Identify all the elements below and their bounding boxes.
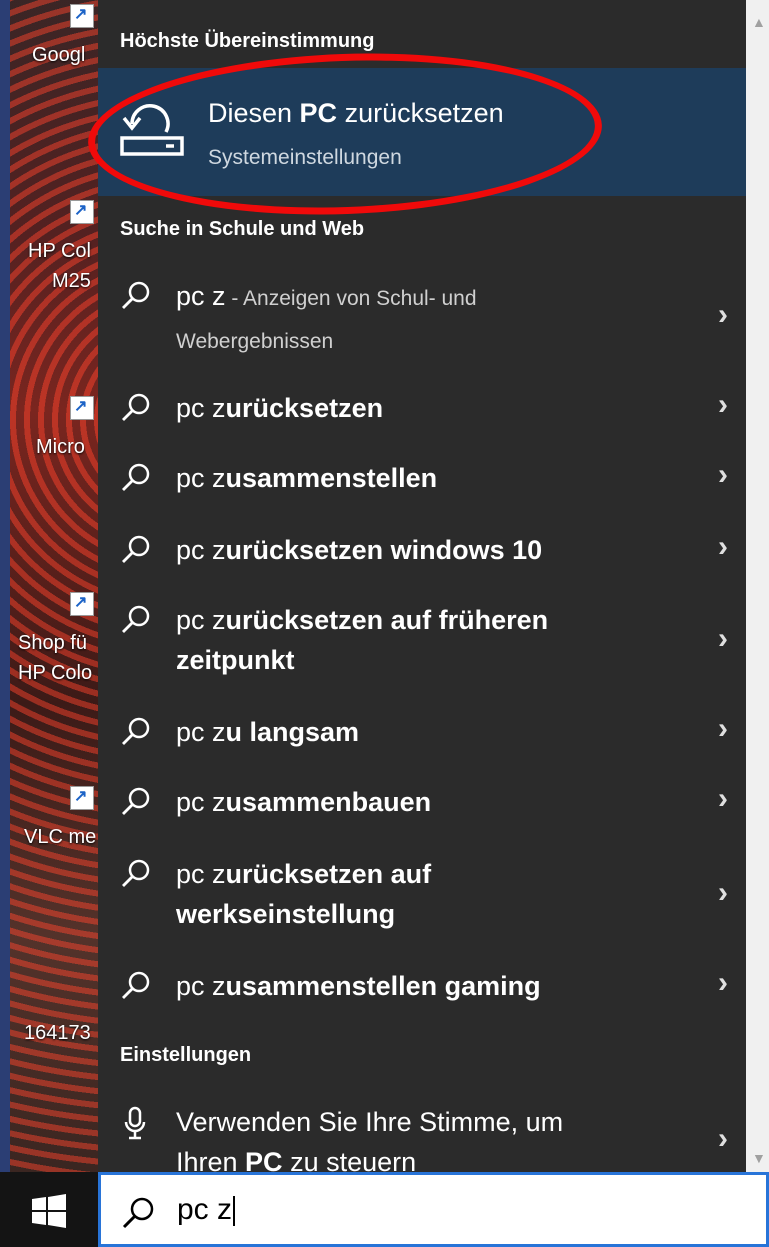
search-icon xyxy=(120,462,152,494)
desktop-background: Googl HP Col M25 Micro Shop fü HP Colo V… xyxy=(0,0,98,1172)
chevron-right-icon: › xyxy=(718,458,728,491)
best-match-subtitle: Systemeinstellungen xyxy=(208,146,402,169)
settings-heading: Einstellungen xyxy=(120,1044,252,1066)
chevron-right-icon: › xyxy=(718,876,728,909)
web-suggestion-row[interactable]: pc zusammenstellen gaming › xyxy=(98,966,746,1006)
shortcut-arrow-icon xyxy=(70,4,94,28)
shortcut-arrow-icon xyxy=(70,200,94,224)
chevron-right-icon: › xyxy=(718,298,728,331)
web-suggestion-row[interactable]: pc zurücksetzen › xyxy=(98,388,746,428)
web-suggestion-row[interactable]: pc zurücksetzen windows 10 › xyxy=(98,530,746,570)
web-suggestion-row[interactable]: pc zusammenstellen › xyxy=(98,458,746,498)
desktop-icon-label: HP Col xyxy=(28,240,91,262)
chevron-right-icon: › xyxy=(718,782,728,815)
search-icon xyxy=(120,858,152,890)
best-match-result[interactable]: Diesen PC zurücksetzen Systemeinstellung… xyxy=(98,68,746,196)
shortcut-arrow-icon xyxy=(70,786,94,810)
search-icon xyxy=(120,392,152,424)
settings-result-voice[interactable]: Verwenden Sie Ihre Stimme, um Ihren PC z… xyxy=(98,1092,746,1177)
search-icon xyxy=(120,534,152,566)
web-suggestion-row[interactable]: pc z - Anzeigen von Schul- und Webergebni… xyxy=(98,276,746,366)
search-icon xyxy=(120,970,152,1002)
web-suggestion-text: pc zusammenstellen xyxy=(176,463,438,493)
desktop-icon-label: Shop fü xyxy=(18,632,87,654)
web-search-heading: Suche in Schule und Web xyxy=(120,218,365,240)
desktop-icon-microsoft[interactable]: Micro xyxy=(0,392,94,458)
web-suggestion-text: pc zurücksetzen auf werkseinstellung xyxy=(176,859,432,929)
start-button[interactable] xyxy=(0,1172,98,1247)
desktop-icon-hp-shop[interactable]: Shop fü HP Colo xyxy=(0,588,94,684)
search-icon xyxy=(120,280,152,312)
search-input[interactable]: pc z xyxy=(177,1193,236,1227)
web-suggestion-text: pc zusammenbauen xyxy=(176,787,432,817)
web-suggestion-text: pc zusammenstellen gaming xyxy=(176,971,541,1001)
chevron-right-icon: › xyxy=(718,712,728,745)
chevron-right-icon: › xyxy=(718,1122,728,1155)
web-suggestion-row[interactable]: pc zurücksetzen auf werkseinstellung › xyxy=(98,854,746,944)
desktop-icon-google[interactable]: Googl xyxy=(0,0,94,66)
desktop-icon-label: 164173 xyxy=(24,1022,91,1044)
desktop-icon-label: HP Colo xyxy=(18,662,93,684)
search-icon xyxy=(120,786,152,818)
results-scrollbar[interactable]: ▲ ▼ xyxy=(746,0,769,1172)
reset-pc-icon xyxy=(116,98,188,162)
web-suggestion-text: pc zurücksetzen windows 10 xyxy=(176,535,543,565)
desktop-icon-label: Micro xyxy=(36,436,85,458)
scroll-down-icon[interactable]: ▼ xyxy=(752,1150,766,1166)
web-suggestion-text: pc zurücksetzen xyxy=(176,393,384,423)
chevron-right-icon: › xyxy=(718,622,728,655)
desktop-icon-vlc[interactable]: VLC me xyxy=(0,782,96,848)
microphone-icon xyxy=(120,1106,152,1140)
desktop-icon-file[interactable]: 164173 xyxy=(0,980,91,1044)
desktop-icon-hp-color[interactable]: HP Col M25 xyxy=(0,196,94,292)
desktop-icon-label: M25 xyxy=(52,270,91,292)
scroll-up-icon[interactable]: ▲ xyxy=(752,14,766,30)
best-match-heading: Höchste Übereinstimmung xyxy=(120,30,375,52)
chevron-right-icon: › xyxy=(718,530,728,563)
search-icon xyxy=(120,604,152,636)
taskbar: pc z xyxy=(0,1172,769,1247)
best-match-title: Diesen PC zurücksetzen xyxy=(208,98,504,128)
chevron-right-icon: › xyxy=(718,966,728,999)
web-suggestion-text: pc zurücksetzen auf früheren zeitpunkt xyxy=(176,605,549,675)
desktop-icon-label: Googl xyxy=(32,44,86,66)
chevron-right-icon: › xyxy=(718,388,728,421)
windows-logo-icon xyxy=(32,1194,66,1228)
settings-result-text: Verwenden Sie Ihre Stimme, um Ihren PC z… xyxy=(176,1107,564,1177)
search-icon xyxy=(122,1197,154,1229)
web-suggestion-text: pc z - Anzeigen von Schul- und Webergebni… xyxy=(176,281,477,353)
desktop-icon-label: VLC me xyxy=(24,826,97,848)
web-suggestion-text: pc zu langsam xyxy=(176,717,360,747)
shortcut-arrow-icon xyxy=(70,396,94,420)
web-suggestion-row[interactable]: pc zu langsam › xyxy=(98,712,746,752)
taskbar-search-box[interactable]: pc z xyxy=(98,1172,769,1247)
shortcut-arrow-icon xyxy=(70,592,94,616)
search-results-panel: Höchste Übereinstimmung Diesen PC zurück… xyxy=(98,0,746,1177)
search-icon xyxy=(120,716,152,748)
web-suggestion-row[interactable]: pc zurücksetzen auf früheren zeitpunkt › xyxy=(98,600,746,690)
web-suggestion-row[interactable]: pc zusammenbauen › xyxy=(98,782,746,822)
